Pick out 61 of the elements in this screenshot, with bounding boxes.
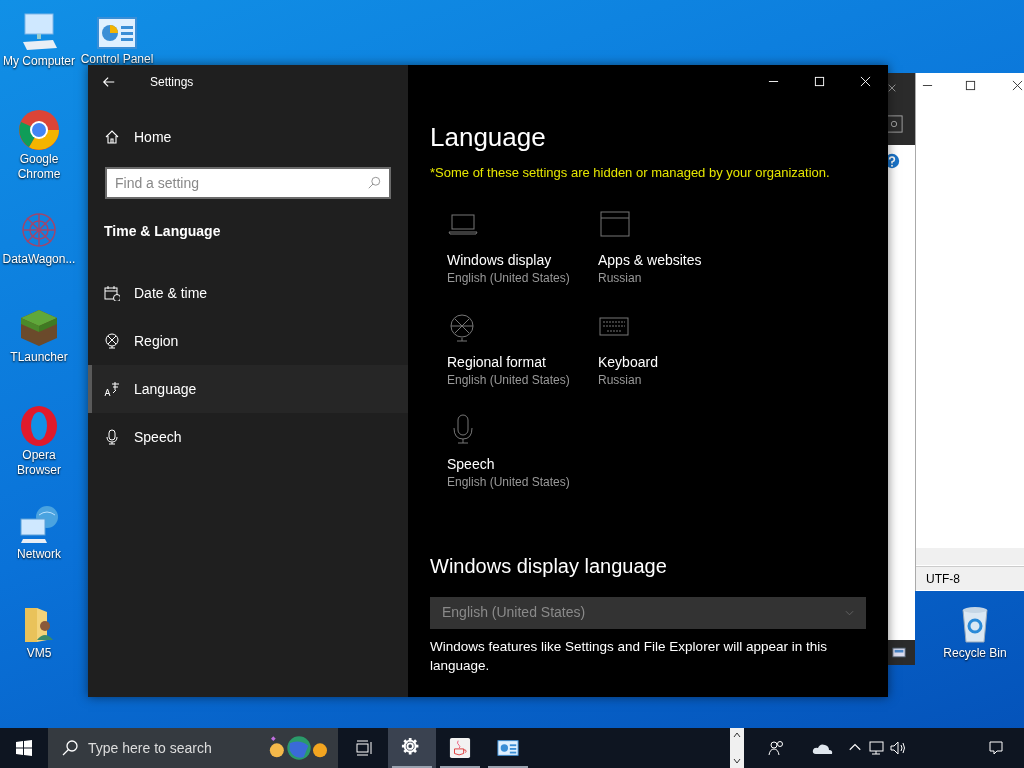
home-link[interactable]: Home: [88, 121, 408, 153]
round-logo-icon[interactable]: [17, 108, 61, 152]
globe-icon: [104, 333, 120, 349]
scroll-control[interactable]: [730, 728, 744, 768]
search-field[interactable]: Find a setting: [105, 167, 391, 199]
window-icon[interactable]: [892, 647, 906, 658]
close-button[interactable]: [1012, 80, 1023, 91]
language-icon: [104, 381, 120, 397]
people-icon[interactable]: [768, 740, 784, 756]
nav-item[interactable]: Date & time: [88, 269, 408, 317]
cup-icon: [449, 737, 471, 759]
horizontal-scrollbar[interactable]: [916, 548, 1024, 565]
section-heading: Windows display language: [430, 553, 667, 579]
icon-label: Opera Browser: [16, 448, 62, 478]
tile-subtitle: Russian: [598, 371, 642, 389]
tile-title: Speech: [447, 454, 495, 473]
tile-subtitle: Russian: [598, 269, 642, 287]
nav-item[interactable]: Speech: [88, 413, 408, 461]
icon-label: VM5: [26, 646, 52, 661]
search-icon: [62, 740, 78, 756]
window-title: Settings: [150, 74, 194, 91]
doodle-icon[interactable]: [268, 734, 330, 762]
search-icon: [367, 176, 381, 190]
icon-label: TLauncher: [10, 350, 68, 365]
tile-subtitle: English (United States): [447, 371, 570, 389]
page-title: Language: [430, 121, 546, 153]
volume-icon[interactable]: [890, 740, 906, 756]
icon-label: Control Panel: [80, 52, 154, 67]
taskbar-app-button[interactable]: [388, 728, 436, 768]
tile-subtitle: English (United States): [447, 269, 570, 287]
back-button[interactable]: [102, 75, 116, 89]
chevron-up-icon[interactable]: [733, 732, 741, 738]
task-view-icon: [356, 740, 372, 756]
tile-title: Windows display: [447, 250, 552, 269]
nav-item[interactable]: Region: [88, 317, 408, 365]
home-icon: [104, 129, 120, 145]
calendar-icon: [104, 285, 120, 301]
close-icon[interactable]: [887, 83, 897, 93]
network-icon[interactable]: [868, 740, 884, 756]
chart-window-icon: [497, 737, 519, 759]
icon-label: DataWagon...: [2, 252, 76, 267]
notification-icon[interactable]: [988, 740, 1004, 756]
notice-text: *Some of these settings are hidden or managed by your organization.: [430, 164, 830, 182]
nav-item[interactable]: Language: [88, 365, 408, 413]
icon-label: My Computer: [3, 54, 75, 69]
icon-label: Google Chrome: [16, 152, 62, 182]
tile-title: Apps & websites: [598, 250, 702, 269]
description-text: Windows features like Settings and File Explorer will appear in this language.: [430, 637, 828, 675]
chevron-down-icon[interactable]: [733, 758, 741, 764]
maximize-button[interactable]: [965, 80, 976, 91]
chevron-down-icon: [845, 609, 854, 616]
tile-title: Keyboard: [598, 352, 658, 371]
section-heading: Time & Language: [103, 222, 222, 241]
windows-logo-icon: [16, 740, 32, 756]
tile-title: Regional format: [447, 352, 546, 371]
status-text: UTF-8: [926, 570, 960, 588]
tile-subtitle: English (United States): [447, 473, 570, 491]
icon-label: Network: [17, 547, 61, 562]
taskbar-search-field[interactable]: Type here to search: [48, 728, 338, 768]
icon-label: Recycle Bin: [943, 646, 1007, 661]
microphone-icon: [104, 429, 120, 445]
